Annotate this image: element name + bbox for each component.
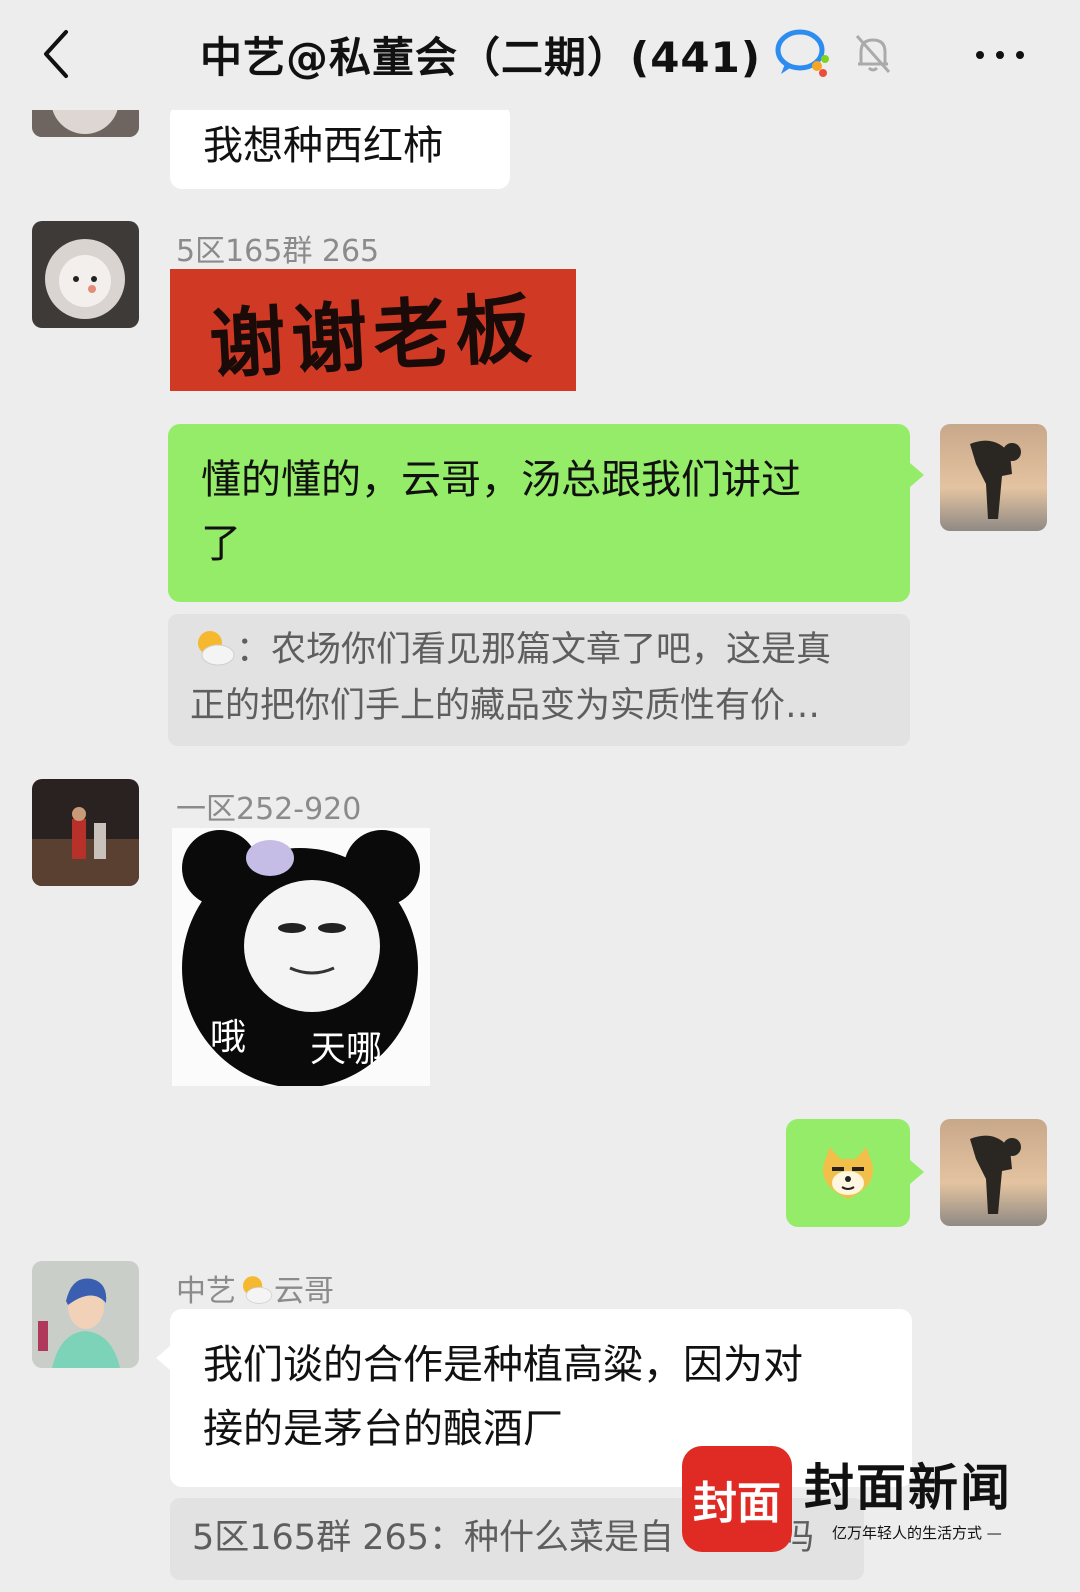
- watermark-name: 封面新闻: [804, 1458, 1012, 1517]
- message-bubble-self[interactable]: [786, 1119, 910, 1227]
- avatar-astronaut[interactable]: [32, 221, 139, 328]
- avatar-self[interactable]: [940, 1119, 1047, 1226]
- sticker-caption: 哦: [210, 1017, 247, 1058]
- watermark-slogan: 亿万年轻人的生活方式 —: [832, 1524, 1002, 1542]
- sender-name: 中艺 云哥: [176, 1274, 334, 1309]
- avatar-yunge[interactable]: [32, 1261, 139, 1368]
- bubble-tail: [910, 1160, 924, 1184]
- wecom-group-icon: [775, 29, 830, 77]
- quote-text: ：农场你们看见那篇文章了吧，这是真: [236, 630, 832, 670]
- quoted-message[interactable]: ：农场你们看见那篇文章了吧，这是真 正的把你们手上的藏品变为实质性有价…: [168, 614, 910, 746]
- message-text: 我们谈的合作是种植高粱，因为对: [203, 1342, 803, 1388]
- sun-cloud-emoji-icon: [243, 1276, 273, 1304]
- more-options-icon[interactable]: [970, 40, 1030, 70]
- sticker-caption: 天哪: [310, 1029, 383, 1070]
- sticker-text: 谢谢老板: [207, 283, 540, 390]
- message-text: 我想种西红柿: [203, 123, 443, 169]
- back-arrow-icon[interactable]: [30, 24, 90, 84]
- sticker-thanks[interactable]: 谢谢老板: [170, 269, 576, 391]
- mute-bell-icon: [855, 35, 891, 73]
- chat-title[interactable]: 中艺@私董会（二期）(441): [200, 24, 761, 85]
- cover-news-watermark: 封面 封面新闻 亿万年轻人的生活方式 —: [682, 1446, 1042, 1556]
- bubble-tail: [156, 1346, 170, 1370]
- message-bubble[interactable]: 我想种西红柿: [170, 104, 510, 189]
- sender-name: 一区252-920: [176, 792, 362, 827]
- message-bubble-self[interactable]: 懂的懂的，云哥，汤总跟我们讲过 了: [168, 424, 910, 602]
- bubble-tail: [910, 463, 924, 487]
- sun-cloud-emoji-icon: [198, 631, 235, 666]
- quote-text: 正的把你们手上的藏品变为实质性有价…: [190, 686, 821, 726]
- message-text: 懂的懂的，云哥，汤总跟我们讲过: [201, 457, 801, 503]
- doge-emoji-icon: [823, 1147, 873, 1199]
- avatar-self[interactable]: [940, 424, 1047, 531]
- watermark-logo: 封面: [682, 1446, 792, 1552]
- sticker-panda[interactable]: 哦 天哪: [172, 828, 430, 1086]
- message-text: 了: [201, 521, 241, 567]
- sender-name: 5区165群 265: [176, 234, 380, 269]
- avatar-basketball[interactable]: [32, 779, 139, 886]
- chat-header: 中艺@私董会（二期）(441): [0, 0, 1080, 110]
